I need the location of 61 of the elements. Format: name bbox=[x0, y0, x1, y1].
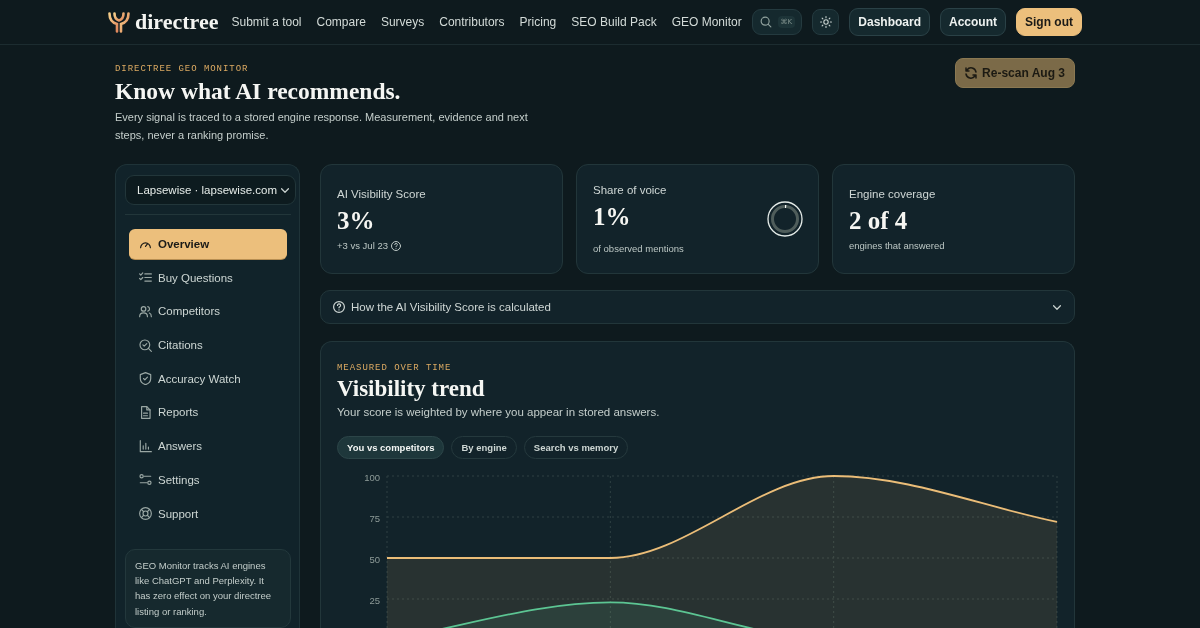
users-icon bbox=[139, 304, 152, 318]
donut-icon bbox=[767, 201, 803, 237]
y-axis-label: 75 bbox=[369, 512, 380, 524]
site-select[interactable]: Lapsewise · lapsewise.com bbox=[125, 175, 296, 205]
metric-value: 1% bbox=[593, 203, 632, 231]
section-title: Visibility trend bbox=[337, 376, 486, 402]
theme-toggle-button[interactable] bbox=[812, 9, 840, 35]
metric-label: AI Visibility Score bbox=[337, 186, 426, 201]
nav-link[interactable]: Surveys bbox=[380, 15, 425, 29]
refresh-icon bbox=[965, 67, 978, 79]
lifebuoy-icon bbox=[139, 507, 152, 520]
nav-link[interactable]: GEO Monitor bbox=[671, 15, 742, 29]
eyebrow-label: MEASURED OVER TIME bbox=[337, 362, 453, 374]
metric-detail: of observed mentions bbox=[593, 243, 684, 255]
nav-button[interactable]: Dashboard bbox=[849, 8, 930, 36]
explainer-toggle[interactable]: How the AI Visibility Score is calculated bbox=[320, 290, 1075, 324]
nav-link[interactable]: Submit a tool bbox=[231, 15, 302, 29]
page-title: Know what AI recommends. bbox=[115, 77, 402, 105]
nav-link[interactable]: Contributors bbox=[439, 15, 505, 29]
metric-label: Share of voice bbox=[593, 183, 668, 197]
eyebrow-label: DIRECTREE GEO MONITOR bbox=[115, 63, 250, 75]
nav-link[interactable]: Pricing bbox=[519, 15, 557, 29]
sidebar-item[interactable]: Competitors bbox=[129, 296, 287, 327]
home-link[interactable]: directree bbox=[108, 9, 219, 35]
shield-check-icon bbox=[139, 372, 152, 386]
sun-icon bbox=[819, 16, 832, 28]
help-icon bbox=[390, 240, 401, 251]
sidebar-item[interactable]: Settings bbox=[129, 464, 287, 495]
section-subtitle: Your score is weighted by where you appear in stored answers. bbox=[337, 405, 661, 420]
metric-label: Engine coverage bbox=[849, 186, 937, 201]
checklist-icon bbox=[139, 271, 152, 285]
metric-value: 3% bbox=[337, 206, 376, 235]
nav-link[interactable]: SEO Build Pack bbox=[571, 15, 657, 29]
sidebar-item[interactable]: Citations bbox=[129, 330, 287, 361]
nav-button[interactable]: Sign out bbox=[1016, 8, 1082, 36]
sidebar-item[interactable]: Support bbox=[129, 498, 287, 529]
sliders-icon bbox=[139, 473, 152, 487]
sidebar-item[interactable]: Reports bbox=[129, 397, 287, 428]
metric-detail: +3 vs Jul 23 bbox=[337, 239, 388, 252]
chevron-down-icon bbox=[281, 187, 289, 193]
metric-detail: engines that answered bbox=[849, 239, 945, 252]
bar-chart-icon bbox=[139, 439, 152, 453]
sidebar-item[interactable]: Accuracy Watch bbox=[129, 363, 287, 394]
help-icon bbox=[333, 301, 345, 313]
chevron-down-icon bbox=[1053, 304, 1061, 310]
search-icon bbox=[759, 16, 772, 28]
search-check-icon bbox=[139, 338, 152, 352]
document-icon bbox=[139, 405, 152, 419]
info-note: GEO Monitor tracks AI engines like ChatGPT and Perplexity. It has zero effect on your directree listing or ranking. bbox=[125, 548, 291, 628]
y-axis-label: 100 bbox=[364, 471, 380, 483]
page-description: Every signal is traced to a stored engine response. Measurement, evidence and next steps, never a ranking promise. bbox=[115, 110, 529, 143]
sidebar-item[interactable]: Buy Questions bbox=[129, 262, 287, 293]
sidebar-item[interactable]: Answers bbox=[129, 431, 287, 462]
y-axis-label: 50 bbox=[369, 553, 380, 565]
metric-value: 2 of 4 bbox=[849, 206, 909, 235]
nav-button[interactable]: Account bbox=[940, 8, 1006, 36]
sidebar-item[interactable]: Overview bbox=[129, 229, 287, 259]
nav-link[interactable]: Compare bbox=[316, 15, 366, 29]
tree-logo-icon bbox=[108, 11, 130, 33]
y-axis-label: 25 bbox=[369, 594, 380, 606]
chart-tab[interactable]: You vs competitors bbox=[337, 436, 445, 459]
